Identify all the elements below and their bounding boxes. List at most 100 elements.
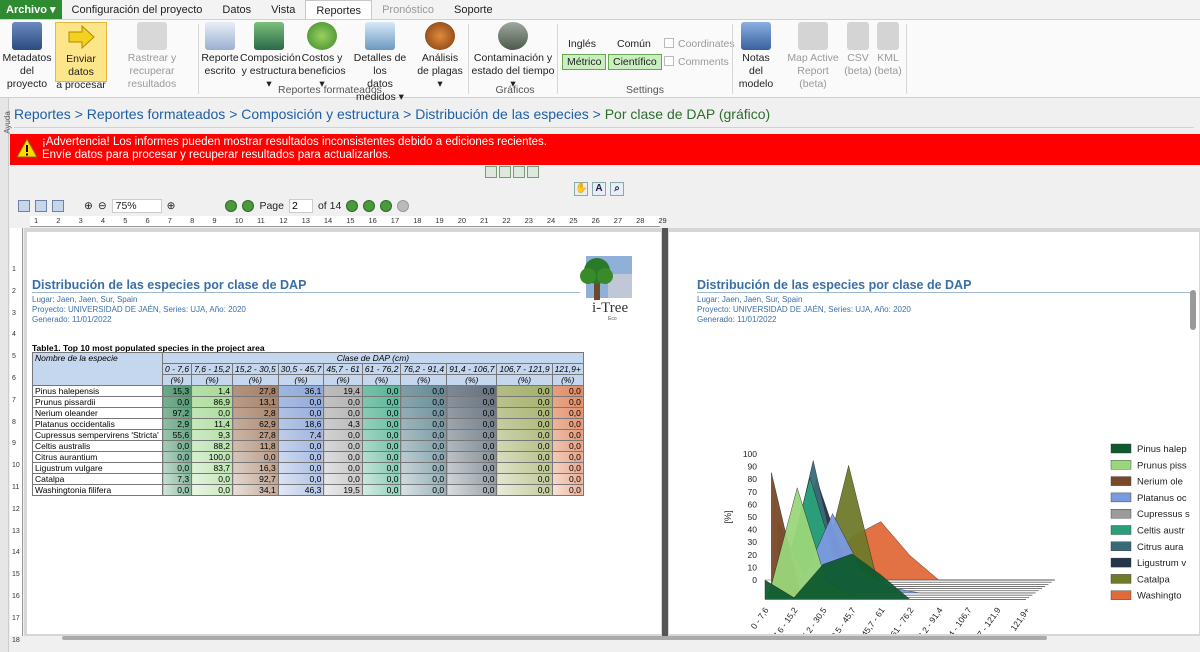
value-cell: 0,0 bbox=[446, 407, 498, 419]
value-cell: 0,0 bbox=[496, 451, 553, 463]
menu-tab-pron-stico[interactable]: Pronóstico bbox=[372, 0, 444, 19]
legend-swatch bbox=[1110, 557, 1132, 568]
next-page-icon[interactable] bbox=[346, 200, 359, 212]
ruler-label: 3 bbox=[78, 216, 83, 225]
costos-button[interactable]: Costos y beneficios ▾ bbox=[298, 22, 346, 91]
last-page-icon[interactable] bbox=[363, 200, 376, 212]
value-cell: 0,0 bbox=[361, 473, 402, 485]
value-cell: 0,0 bbox=[161, 484, 193, 496]
breadcrumb-item[interactable]: Distribución de las especies bbox=[415, 106, 589, 122]
value-cell: 0,0 bbox=[400, 385, 448, 397]
csv-button[interactable]: CSV (beta) bbox=[844, 22, 872, 78]
grid-view-icon[interactable] bbox=[527, 166, 539, 178]
group-label-reportes: Reportes formateados bbox=[278, 84, 382, 96]
col-header-class: 0 - 7,6 bbox=[161, 363, 193, 375]
vruler-label: 10 bbox=[12, 462, 20, 470]
value-cell: 0,0 bbox=[277, 396, 325, 408]
page-setup-icon[interactable] bbox=[35, 200, 47, 212]
col-header-unit: (%) bbox=[551, 374, 584, 386]
value-cell: 0,0 bbox=[161, 462, 193, 474]
value-cell: 0,0 bbox=[496, 440, 553, 452]
print-icon[interactable] bbox=[52, 200, 64, 212]
notas-modelo-button[interactable]: Notas del modelo bbox=[734, 22, 778, 91]
beetle-icon bbox=[425, 22, 455, 50]
ruler-label: 7 bbox=[167, 216, 172, 225]
zoom-plus-icon[interactable]: ⊕ bbox=[167, 200, 176, 212]
value-cell: 0,0 bbox=[400, 418, 448, 430]
horizontal-scrollbar[interactable] bbox=[62, 636, 1047, 640]
zoom-in-icon[interactable]: ⊕ bbox=[84, 200, 93, 212]
breadcrumb-item[interactable]: Reportes formateados bbox=[87, 106, 226, 122]
map-active-label-2: Report (beta) bbox=[797, 65, 829, 90]
value-cell: 0,0 bbox=[446, 462, 498, 474]
archivo-menu-button[interactable]: Archivo ▾ bbox=[0, 0, 62, 19]
table-row: Celtis australis 0,0 88,2 11,8 0,0 0,0 0,0 0,0 0… bbox=[32, 440, 584, 452]
vertical-scrollbar[interactable] bbox=[1190, 290, 1196, 330]
value-cell: 0,0 bbox=[161, 451, 193, 463]
zoom-select[interactable]: 75% bbox=[111, 199, 162, 213]
vruler-label: 16 bbox=[12, 593, 20, 600]
breadcrumb-item[interactable]: Composición y estructura bbox=[241, 106, 399, 122]
two-page-icon[interactable] bbox=[499, 166, 511, 178]
col-header-class: 106,7 - 121,9 bbox=[496, 363, 553, 375]
x-tick-label: 15,2 - 30,5 bbox=[797, 605, 829, 634]
reporte-escrito-button[interactable]: Reporte escrito bbox=[201, 22, 239, 78]
value-cell: 0,0 bbox=[551, 484, 584, 496]
col-header-unit: (%) bbox=[161, 374, 193, 386]
prev-page-icon[interactable] bbox=[242, 200, 255, 212]
single-page-icon[interactable] bbox=[485, 166, 497, 178]
breadcrumb-item[interactable]: Reportes bbox=[14, 106, 71, 122]
contaminacion-button[interactable]: Contaminación y estado del tiempo ▾ bbox=[470, 22, 556, 91]
breadcrumb: Reportes > Reportes formateados > Compos… bbox=[14, 106, 1194, 128]
ayuda-side-tab[interactable]: Ayuda bbox=[0, 98, 12, 652]
map-active-button[interactable]: Map Active Report (beta) bbox=[784, 22, 842, 91]
legend-label: Platanus oc bbox=[1137, 493, 1187, 504]
enviar-label-1: Enviar datos bbox=[66, 53, 96, 78]
map-icon bbox=[798, 22, 828, 50]
menu-tab-datos[interactable]: Datos bbox=[212, 0, 261, 19]
value-cell: 4,3 bbox=[323, 418, 363, 430]
species-table: Nombre de la especie Clase de DAP (cm) 0 -… bbox=[32, 352, 584, 496]
stop-icon[interactable] bbox=[397, 200, 410, 212]
value-cell: 0,0 bbox=[277, 451, 325, 463]
value-cell: 83,7 bbox=[191, 462, 234, 474]
ruler-label: 27 bbox=[613, 216, 623, 225]
hand-tool-icon[interactable]: ✋ bbox=[574, 182, 588, 196]
legend-swatch bbox=[1110, 443, 1132, 454]
y-tick-label: 20 bbox=[748, 550, 758, 560]
species-name-cell: Washingtonia filifera bbox=[32, 484, 163, 496]
metrico-button[interactable]: Métrico bbox=[562, 54, 607, 70]
menu-tab-vista[interactable]: Vista bbox=[261, 0, 305, 19]
ruler-label: 17 bbox=[390, 216, 400, 225]
first-page-icon[interactable] bbox=[225, 200, 238, 212]
value-cell: 0,0 bbox=[496, 385, 553, 397]
analisis-button[interactable]: Análisis de plagas ▾ bbox=[414, 22, 466, 91]
col-header-class: 76,2 - 91,4 bbox=[400, 363, 448, 375]
rastrear-button[interactable]: Rastrear y recuperar resultados bbox=[108, 22, 196, 91]
species-name-cell: Celtis australis bbox=[32, 440, 163, 452]
value-cell: 100,0 bbox=[191, 451, 234, 463]
kml-label-2: (beta) bbox=[874, 65, 902, 77]
find-icon[interactable]: ⌕ bbox=[610, 182, 624, 196]
kml-button[interactable]: KML (beta) bbox=[874, 22, 902, 78]
text-select-icon[interactable]: A bbox=[592, 182, 606, 196]
comments-checkbox[interactable]: Comments bbox=[664, 56, 729, 68]
coordinates-checkbox[interactable]: Coordinates bbox=[664, 38, 735, 50]
cientifico-button[interactable]: Científico bbox=[608, 54, 662, 70]
menu-tab-reportes[interactable]: Reportes bbox=[305, 0, 373, 19]
menu-tab-configuraci-n-del-proyecto[interactable]: Configuración del proyecto bbox=[62, 0, 213, 19]
value-cell: 0,0 bbox=[496, 418, 553, 430]
value-cell: 34,1 bbox=[232, 484, 279, 496]
save-icon[interactable] bbox=[18, 200, 30, 212]
ruler-label: 21 bbox=[480, 216, 489, 225]
page-number-input[interactable] bbox=[288, 199, 313, 213]
composicion-button[interactable]: Composición y estructura ▾ bbox=[240, 22, 301, 91]
menu-tab-soporte[interactable]: Soporte bbox=[444, 0, 503, 19]
col-header-class: 121,9+ bbox=[551, 363, 584, 375]
zoom-out-icon[interactable]: ⊖ bbox=[98, 200, 107, 212]
value-cell: 9,3 bbox=[191, 429, 234, 441]
continuous-icon[interactable] bbox=[513, 166, 525, 178]
enviar-datos-button[interactable]: Enviar datos a procesar bbox=[55, 22, 107, 91]
forward-icon[interactable] bbox=[380, 200, 393, 212]
metadatos-button[interactable]: Metadatos del proyecto bbox=[0, 22, 54, 91]
